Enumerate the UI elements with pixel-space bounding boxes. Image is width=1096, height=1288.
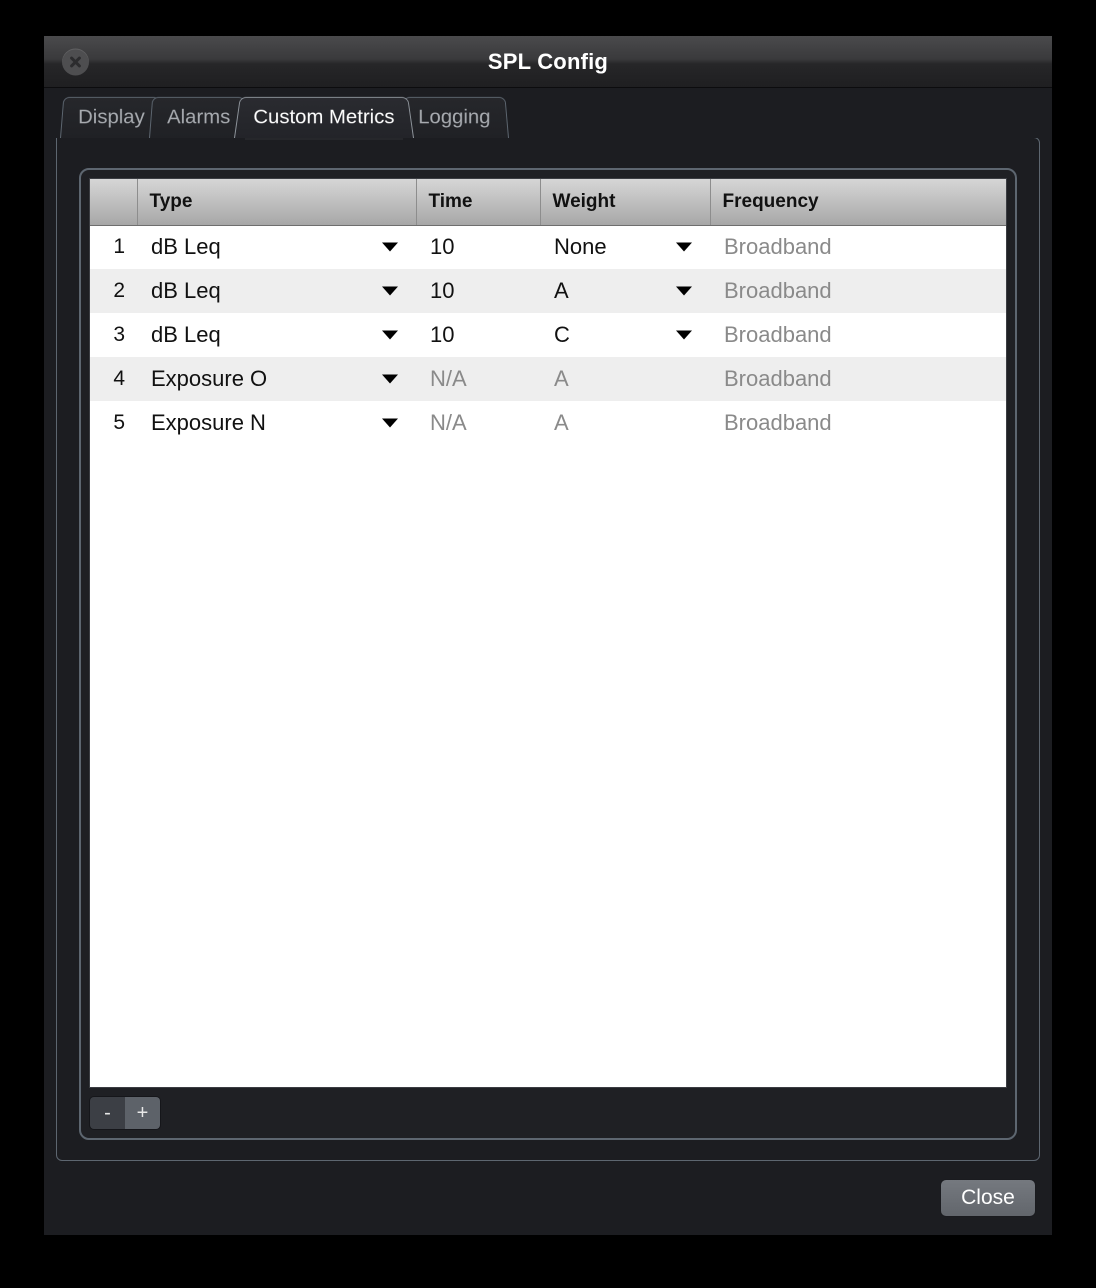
weight-cell[interactable]: C [540,313,710,357]
table-row[interactable]: 5 Exposure N N/A A Broadband [90,401,1006,445]
time-cell-value: 10 [430,234,455,260]
window-titlebar: SPL Config [44,36,1052,88]
chevron-down-icon[interactable] [382,242,398,252]
table-row[interactable]: 4 Exposure O N/A A Broadband [90,357,1006,401]
frequency-cell: Broadband [710,225,1006,269]
type-cell[interactable]: Exposure N [137,401,416,445]
tab-custom-metrics[interactable]: Custom Metrics [234,96,415,138]
time-cell: N/A [416,357,540,401]
row-index-cell-value: 5 [113,411,125,434]
column-header-index [90,179,138,226]
tab-content-panel: Type Time Weight Frequency 1 dB Leq 10 None… [56,137,1040,1161]
chevron-down-icon[interactable] [382,374,398,384]
tab-label: Alarms [166,106,231,128]
add-row-button[interactable]: + [125,1097,160,1129]
tab-bar: Display Alarms Custom Metrics Logging [44,88,1052,138]
type-cell-value: dB Leq [151,234,221,260]
spl-config-window: SPL Config Display Alarms Custom Metrics… [44,36,1052,1235]
type-cell-value: Exposure N [151,410,266,435]
close-circle-icon[interactable] [62,48,89,75]
type-cell-value: dB Leq [151,278,221,303]
tab-label: Custom Metrics [253,106,395,128]
time-cell-value: N/A [430,410,467,435]
row-index-cell: 2 [90,269,137,313]
column-header-weight: Weight [540,179,711,226]
frequency-cell-value: Broadband [724,366,832,391]
weight-cell: A [540,357,710,401]
row-index-cell-value: 3 [113,323,125,346]
weight-cell-value: C [554,322,570,347]
row-index-cell-value: 2 [113,279,125,302]
chevron-down-icon[interactable] [676,330,692,340]
row-controls: - + [89,1096,161,1130]
frequency-cell-value: Broadband [724,410,832,435]
row-index-cell: 3 [90,313,137,357]
metrics-bezel: Type Time Weight Frequency 1 dB Leq 10 None… [79,168,1017,1140]
chevron-down-icon[interactable] [382,418,398,428]
chevron-down-icon[interactable] [676,286,692,296]
tab-alarms[interactable]: Alarms [148,96,249,138]
weight-cell[interactable]: None [540,225,710,269]
close-button[interactable]: Close [940,1179,1036,1217]
time-cell-value: N/A [430,366,467,391]
type-cell[interactable]: Exposure O [137,357,416,401]
window-title: SPL Config [487,48,609,74]
weight-cell-value: A [554,366,569,391]
table-row[interactable]: 2 dB Leq 10 A Broadband [90,269,1006,313]
time-cell: N/A [416,401,540,445]
time-cell: 10 [416,225,540,269]
tab-display[interactable]: Display [60,96,163,138]
frequency-cell: Broadband [710,357,1006,401]
weight-cell-value: A [554,278,569,303]
weight-cell-value: None [554,234,607,260]
tab-logging[interactable]: Logging [400,96,509,138]
table-body: 1 dB Leq 10 None Broadband 2 dB Leq 10 A Broadban… [90,225,1006,445]
time-cell: 10 [416,269,540,313]
chevron-down-icon[interactable] [382,330,398,340]
frequency-cell: Broadband [710,401,1006,445]
tab-label: Display [78,106,145,128]
frequency-cell-value: Broadband [724,278,832,303]
time-cell-value: 10 [430,322,455,347]
row-index-cell-value: 1 [113,235,125,259]
row-index-cell: 4 [90,357,137,401]
type-cell-value: dB Leq [151,322,221,347]
row-index-cell-value: 4 [113,367,125,390]
weight-cell: A [540,401,710,445]
window-footer: Close [44,1161,1052,1235]
chevron-down-icon[interactable] [382,286,398,296]
row-index-cell: 1 [90,225,137,269]
remove-row-button[interactable]: - [90,1097,125,1129]
table-row[interactable]: 1 dB Leq 10 None Broadband [90,225,1006,269]
table-row[interactable]: 3 dB Leq 10 C Broadband [90,313,1006,357]
column-header-frequency: Frequency [710,179,1006,226]
weight-cell[interactable]: A [540,269,710,313]
column-header-time: Time [416,179,541,226]
type-cell[interactable]: dB Leq [137,313,416,357]
chevron-down-icon[interactable] [676,242,692,252]
type-cell[interactable]: dB Leq [137,225,416,269]
weight-cell-value: A [554,410,569,435]
time-cell-value: 10 [430,278,455,303]
row-index-cell: 5 [90,401,137,445]
frequency-cell: Broadband [710,313,1006,357]
tab-label: Logging [418,106,491,128]
table-header-row: Type Time Weight Frequency [90,179,1006,226]
type-cell-value: Exposure O [151,366,268,391]
frequency-cell-value: Broadband [724,322,832,347]
custom-metrics-table: Type Time Weight Frequency 1 dB Leq 10 None… [89,178,1007,1088]
time-cell: 10 [416,313,540,357]
frequency-cell-value: Broadband [724,234,832,260]
type-cell[interactable]: dB Leq [137,269,416,313]
frequency-cell: Broadband [710,269,1006,313]
column-header-type: Type [137,179,417,226]
